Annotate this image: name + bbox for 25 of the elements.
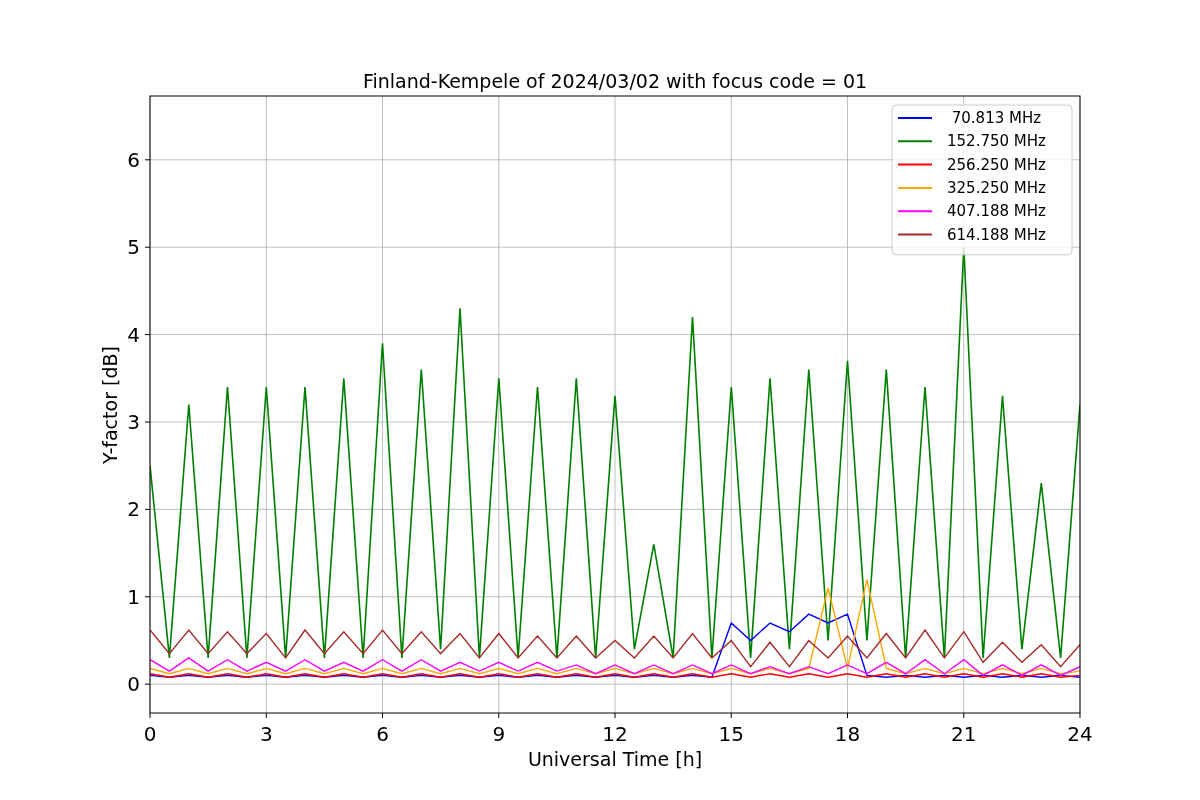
x-axis-label: Universal Time [h] [527, 748, 703, 770]
x-tick-label: 12 [602, 722, 628, 746]
legend-label: 614.188 MHz [947, 225, 1046, 244]
y-tick-label: 1 [127, 584, 140, 609]
x-tick-label: 0 [143, 722, 157, 746]
x-tick-label: 21 [951, 722, 977, 746]
chart-title: Finland-Kempele of 2024/03/02 with focus code = 01 [362, 70, 868, 92]
x-tick-label: 6 [376, 722, 389, 746]
y-tick-label: 2 [127, 497, 140, 522]
y-axis-label: Y-factor [dB] [99, 346, 121, 464]
y-tick-label: 3 [127, 410, 140, 434]
legend-label: 325.250 MHz [947, 178, 1046, 197]
y-tick-label: 4 [127, 322, 140, 347]
x-tick-label: 9 [492, 722, 506, 746]
x-tick-label: 18 [834, 722, 861, 746]
legend-label: 152.750 MHz [947, 132, 1046, 151]
y-tick-label: 0 [127, 672, 140, 697]
y-tick-label: 6 [127, 147, 140, 172]
legend-label: 407.188 MHz [947, 202, 1046, 221]
legend-label: 256.250 MHz [947, 155, 1046, 174]
x-tick-label: 24 [1067, 722, 1093, 746]
y-tick-label: 5 [127, 235, 140, 260]
x-tick-label: 3 [259, 722, 273, 746]
x-tick-label: 15 [718, 722, 744, 746]
legend-label: 70.813 MHz [951, 109, 1042, 127]
